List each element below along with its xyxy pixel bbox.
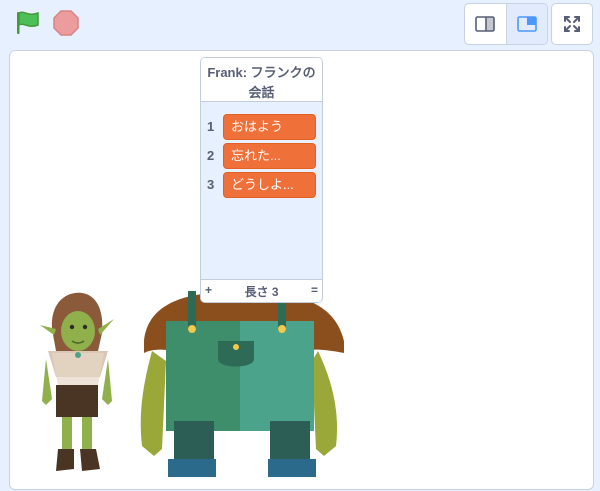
list-item-index: 3 (207, 177, 215, 192)
fullscreen-button[interactable] (551, 3, 593, 45)
list-length: 長さ 3 (244, 285, 279, 299)
troll-sprite[interactable] (122, 271, 354, 489)
list-monitor[interactable]: Frank: フランクの会話 1 おはよう 2 忘れた... 3 どうしよ...… (200, 57, 323, 303)
normal-stage-icon (516, 16, 537, 32)
list-footer: + 長さ 3 = (201, 279, 322, 302)
list-item: 1 おはよう (201, 113, 322, 142)
list-item-value[interactable]: どうしよ... (223, 172, 316, 198)
list-item-value[interactable]: おはよう (223, 114, 316, 140)
normal-stage-button[interactable] (505, 4, 547, 44)
list-title: Frank: フランクの会話 (201, 58, 322, 102)
list-item-index: 2 (207, 148, 215, 163)
green-flag-icon[interactable] (14, 10, 42, 36)
goblin-sprite[interactable] (38, 289, 116, 479)
list-item: 3 どうしよ... (201, 171, 322, 200)
stage[interactable]: Frank: フランクの会話 1 おはよう 2 忘れた... 3 どうしよ...… (9, 50, 594, 490)
small-stage-button[interactable] (465, 4, 506, 44)
stage-size-toggle (464, 3, 548, 45)
list-item-index: 1 (207, 119, 215, 134)
list-items: 1 おはよう 2 忘れた... 3 どうしよ... (201, 113, 322, 200)
fullscreen-icon (564, 16, 580, 32)
resize-handle[interactable]: = (311, 283, 318, 297)
stop-icon[interactable] (53, 10, 79, 36)
list-item: 2 忘れた... (201, 142, 322, 171)
list-item-value[interactable]: 忘れた... (223, 143, 316, 169)
small-stage-icon (475, 16, 496, 32)
stage-controls (0, 0, 600, 48)
